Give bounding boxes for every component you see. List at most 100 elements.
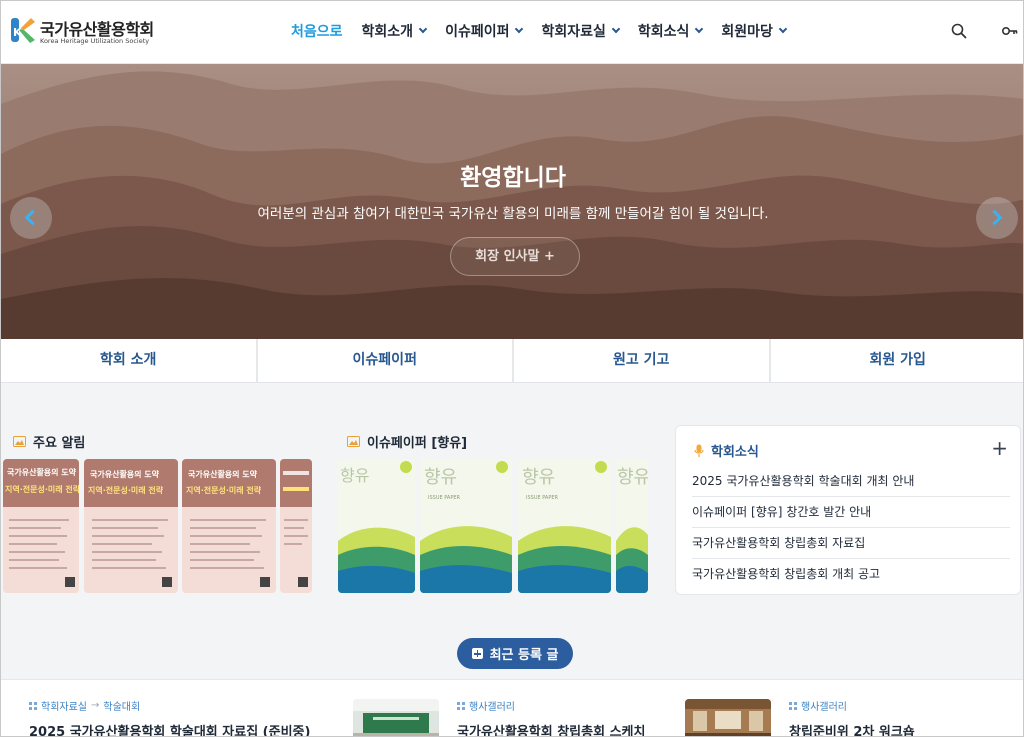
cover-label: ISSUE PAPER	[526, 495, 559, 501]
site-logo[interactable]: K 국가유산활용학회 Korea Heritage Utilization So…	[10, 15, 154, 49]
hero-title: 환영합니다	[460, 165, 566, 191]
nav-issue-paper[interactable]: 이슈페이퍼	[445, 20, 524, 42]
cover-title: 향유	[522, 467, 555, 488]
quick-link-submission[interactable]: 원고 기고	[514, 339, 771, 383]
news-item[interactable]: 국가유산활용학회 창립총회 개최 공고	[692, 559, 1010, 590]
issue-paper-cover[interactable]: 향유	[338, 459, 415, 593]
post-title[interactable]: 창립준비위 2차 워크숍	[789, 721, 915, 736]
search-icon[interactable]	[949, 21, 969, 41]
site-header: K 국가유산활용학회 Korea Heritage Utilization So…	[1, 1, 1023, 64]
news-item[interactable]: 2025 국가유산활용학회 학술대회 개최 안내	[692, 466, 1010, 497]
news-heading: 학회소식	[694, 441, 759, 460]
event-photo	[685, 699, 771, 736]
notice-poster[interactable]: 국가유산활용의 도약 지역·전문성·미래 전략	[3, 459, 79, 593]
news-panel: 학회소식 + 2025 국가유산활용학회 학술대회 개최 안내 이슈페이퍼 [향…	[675, 425, 1021, 595]
logo-subtitle: Korea Heritage Utilization Society	[40, 37, 150, 45]
nav-label: 이슈페이퍼	[445, 24, 510, 40]
nav-archive[interactable]: 학회자료실	[541, 20, 621, 42]
category-grid-icon	[789, 701, 797, 710]
key-icon[interactable]	[1000, 21, 1020, 41]
issue-paper-cover[interactable]: 향유 ISSUE PAPER	[420, 459, 512, 593]
quick-link-about[interactable]: 학회 소개	[1, 339, 258, 383]
notice-poster[interactable]: 국가유산활용의 도약 지역·전문성·미래 전략	[182, 459, 276, 593]
poster-headline: 국가유산활용의 도약	[188, 469, 258, 479]
hero-text: 여러분의 관심과 참여가 대한민국 국가유산 활용의 미래를 함께 만들어갈 힘…	[257, 206, 769, 222]
cover-title: 향유	[617, 467, 648, 488]
issue-papers-heading: 이슈페이퍼 [향유]	[347, 432, 467, 451]
post-title[interactable]: 국가유산활용학회 창립총회 스케치	[457, 721, 645, 736]
nav-members[interactable]: 회원마당	[721, 20, 788, 42]
arrow-right-icon: →	[91, 700, 100, 711]
post-thumbnail[interactable]	[353, 699, 439, 736]
chevron-down-icon	[778, 24, 788, 34]
cover-image: 향유 ISSUE PAPER	[518, 459, 611, 593]
image-icon	[347, 436, 360, 447]
category-grid-icon	[457, 701, 465, 710]
cover-label: ISSUE PAPER	[428, 495, 461, 501]
recent-posts-label: 최근 등록 글	[489, 648, 559, 663]
poster-headline: 국가유산활용의 도약	[90, 469, 160, 479]
poster-image: 국가유산활용의 도약 지역·전문성·미래 전략	[84, 459, 178, 593]
poster-image: 국가유산활용의 도약 지역·전문성·미래 전략	[3, 459, 79, 593]
nav-label: 학회자료실	[541, 24, 606, 40]
main-nav: 처음으로 학회소개 이슈페이퍼 학회자료실 학회소식 회원마당	[291, 20, 805, 42]
cover-image: 향유 ISSUE PAPER	[420, 459, 512, 593]
nav-label: 학회소식	[637, 24, 690, 40]
post-category[interactable]: 행사갤러리	[789, 698, 847, 713]
news-title: 학회소식	[711, 445, 759, 460]
notice-poster[interactable]: 국가유산활용의 도약 지역·전문성·미래 전략	[84, 459, 178, 593]
issue-paper-cover[interactable]: 향유 ISSUE PAPER	[518, 459, 611, 593]
cover-title: 향유	[340, 466, 369, 485]
poster-image: 국가유산활용의 도약 지역·전문성·미래 전략	[182, 459, 276, 593]
issue-paper-cover[interactable]: 향유	[616, 459, 648, 593]
notices-title: 주요 알림	[33, 436, 86, 451]
nav-label: 회원마당	[721, 24, 773, 40]
chevron-left-icon	[24, 209, 41, 226]
cover-image: 향유	[616, 459, 648, 593]
recent-posts-button[interactable]: 최근 등록 글	[457, 638, 573, 669]
cover-image: 향유	[338, 459, 415, 593]
subcategory-label: 학술대회	[103, 702, 141, 713]
poster-image	[280, 459, 312, 593]
news-item[interactable]: 국가유산활용학회 창립총회 자료집	[692, 528, 1010, 559]
logo-mark-icon: K	[11, 18, 35, 43]
slider-prev-button[interactable]	[10, 197, 52, 239]
page: K 국가유산활용학회 Korea Heritage Utilization So…	[0, 0, 1024, 737]
hero-banner: 환영합니다 여러분의 관심과 참여가 대한민국 국가유산 활용의 미래를 함께 …	[1, 64, 1023, 339]
post-thumbnail[interactable]	[685, 699, 771, 736]
slider-next-button[interactable]	[976, 197, 1018, 239]
image-icon	[13, 436, 26, 447]
nav-home[interactable]: 처음으로	[291, 20, 343, 42]
chevron-right-icon	[986, 209, 1003, 226]
news-item[interactable]: 이슈페이퍼 [향유] 창간호 발간 안내	[692, 497, 1010, 528]
category-label: 행사갤러리	[469, 702, 515, 713]
nav-news[interactable]: 학회소식	[637, 20, 704, 42]
category-label: 학회자료실	[41, 702, 87, 713]
quick-links: 학회 소개 이슈페이퍼 원고 기고 회원 가입	[1, 339, 1023, 383]
president-greeting-button[interactable]: 회장 인사말 +	[450, 237, 580, 276]
quick-link-join[interactable]: 회원 가입	[770, 339, 1023, 383]
chevron-down-icon	[418, 24, 428, 34]
chevron-down-icon	[695, 24, 704, 34]
post-category[interactable]: 학회자료실 → 학술대회	[29, 698, 140, 713]
quick-link-issue-paper[interactable]: 이슈페이퍼	[257, 339, 514, 383]
notices-heading: 주요 알림	[13, 432, 85, 451]
nav-label: 학회소개	[361, 24, 414, 40]
category-grid-icon	[29, 701, 37, 710]
news-more-button[interactable]: +	[991, 436, 1008, 460]
poster-headline-2: 지역·전문성·미래 전략	[5, 484, 79, 494]
cover-title: 향유	[424, 467, 457, 488]
logo-mark-letter: K	[13, 26, 22, 39]
category-label: 행사갤러리	[801, 702, 847, 713]
post-title[interactable]: 2025 국가유산활용학회 학술대회 자료집 (준비중)	[29, 721, 310, 736]
poster-headline-2: 지역·전문성·미래 전략	[88, 485, 164, 495]
poster-headline-2: 지역·전문성·미래 전략	[186, 485, 262, 495]
notice-poster[interactable]	[280, 459, 312, 593]
nav-about[interactable]: 학회소개	[361, 20, 428, 42]
issue-papers-title: 이슈페이퍼 [향유]	[367, 436, 468, 451]
plus-box-icon	[471, 648, 483, 659]
recent-posts-list: 학회자료실 → 학술대회 2025 국가유산활용학회 학술대회 자료집 (준비중…	[1, 679, 1023, 736]
post-category[interactable]: 행사갤러리	[457, 698, 515, 713]
poster-headline: 국가유산활용의 도약	[7, 467, 77, 477]
chevron-down-icon	[515, 24, 524, 34]
